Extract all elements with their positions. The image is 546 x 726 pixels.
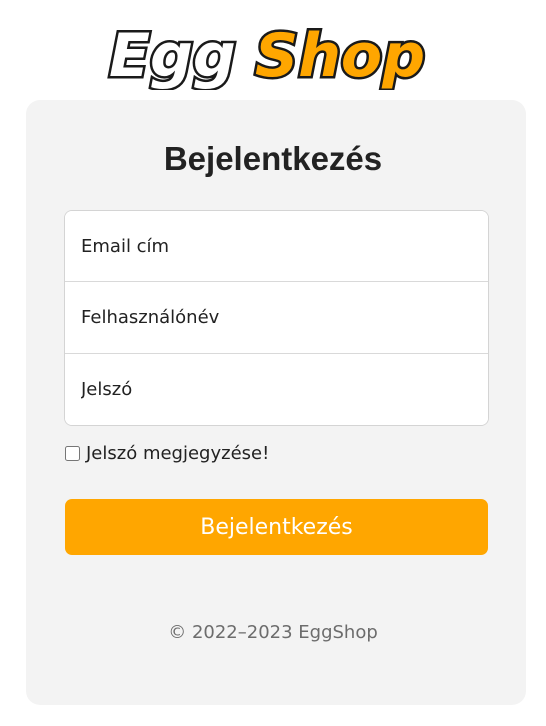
remember-password-label: Jelszó megjegyzése! (86, 443, 270, 464)
copyright-text: © 2022–2023 EggShop (168, 622, 378, 643)
login-fields-group (64, 210, 489, 426)
logo-wordmark: Egg Shop (107, 19, 428, 91)
logo-text-shop: Shop (255, 21, 425, 90)
logo-text-egg: Egg (109, 21, 236, 90)
email-field[interactable] (65, 211, 488, 283)
login-button[interactable]: Bejelentkezés (65, 499, 488, 555)
remember-password-checkbox[interactable] (65, 446, 80, 461)
password-field[interactable] (65, 353, 488, 425)
username-field[interactable] (65, 282, 488, 354)
page-title: Bejelentkezés (163, 140, 383, 177)
remember-password[interactable]: Jelszó megjegyzése! (64, 443, 269, 464)
eggshop-logo: Egg Shop (105, 18, 445, 91)
